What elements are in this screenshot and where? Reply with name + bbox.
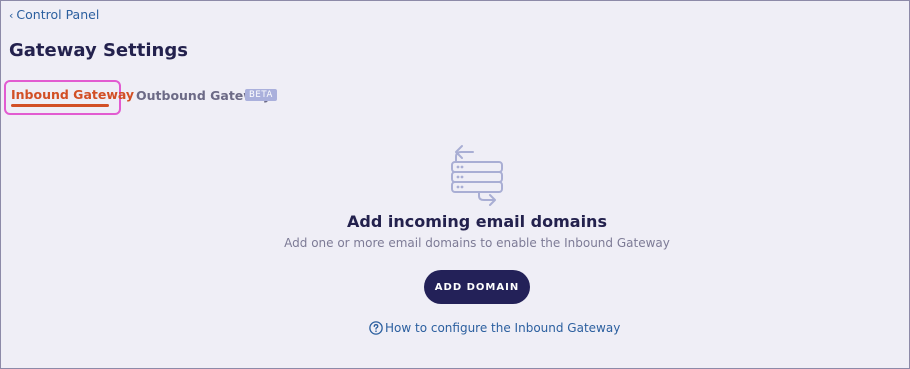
add-domain-button[interactable]: ADD DOMAIN: [424, 270, 530, 304]
empty-state-title: Add incoming email domains: [347, 212, 607, 231]
chevron-left-icon: ‹: [9, 9, 14, 22]
empty-state-subtitle: Add one or more email domains to enable …: [284, 236, 670, 250]
help-link-label: How to configure the Inbound Gateway: [385, 321, 621, 335]
beta-badge: BETA: [245, 89, 277, 101]
gateway-settings-page: ‹ Control Panel Gateway Settings Inbound …: [0, 0, 910, 369]
back-link-label: Control Panel: [16, 7, 100, 22]
tab-inbound-gateway[interactable]: Inbound Gateway: [11, 87, 134, 102]
page-title: Gateway Settings: [9, 40, 188, 61]
question-circle-icon: [369, 321, 383, 335]
configure-inbound-gateway-link[interactable]: How to configure the Inbound Gateway: [369, 321, 620, 335]
server-transfer-icon: [451, 145, 503, 206]
active-tab-indicator: [11, 104, 109, 107]
back-to-control-panel-link[interactable]: ‹ Control Panel: [9, 7, 99, 22]
